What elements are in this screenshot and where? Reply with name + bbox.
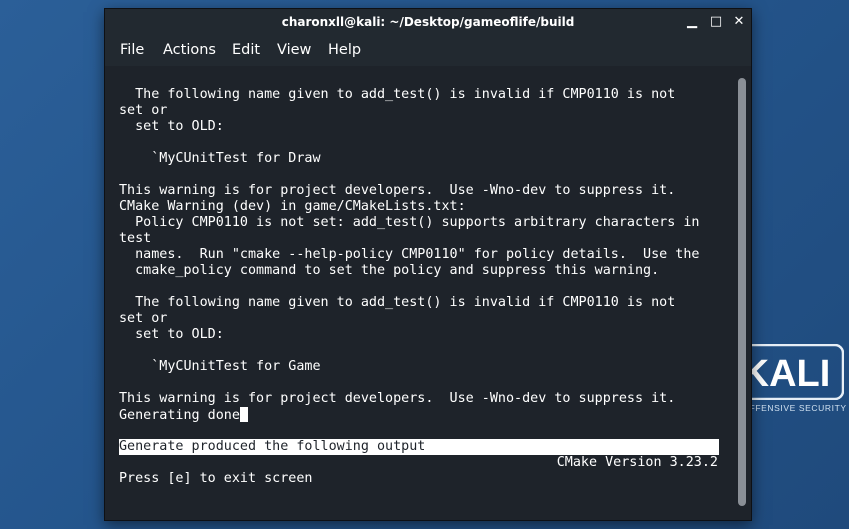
scrollbar-thumb[interactable]	[738, 78, 746, 506]
menu-help[interactable]: Help	[328, 42, 361, 58]
minimize-button[interactable]: ▁	[684, 14, 700, 30]
terminal-line: `MyCUnitTest for Game	[119, 359, 321, 374]
terminal-line: Policy CMP0110 is not set: add_test() su…	[119, 215, 700, 230]
minimize-icon: ▁	[687, 14, 697, 29]
exit-prompt: Press [e] to exit screen	[119, 471, 313, 486]
terminal-line-text: Generating done	[119, 408, 240, 423]
maximize-button[interactable]: □	[708, 14, 724, 30]
terminal-line: This warning is for project developers. …	[119, 183, 676, 198]
menu-actions[interactable]: Actions	[163, 42, 216, 58]
cmake-version: CMake Version 3.23.2	[556, 455, 718, 470]
terminal-line: `MyCUnitTest for Draw	[119, 151, 321, 166]
terminal-line: set to OLD:	[119, 119, 224, 134]
status-highlight-bar: Generate produced the following output	[119, 439, 719, 455]
terminal-line: The following name given to add_test() i…	[119, 87, 676, 102]
menu-view[interactable]: View	[277, 42, 311, 58]
terminal-line: cmake_policy command to set the policy a…	[119, 263, 660, 278]
terminal-line: CMake Warning (dev) in game/CMakeLists.t…	[119, 199, 466, 214]
close-icon: ✕	[733, 14, 745, 29]
status-highlight-text: Generate produced the following output	[119, 439, 426, 454]
terminal-line: This warning is for project developers. …	[119, 391, 676, 406]
terminal-line: set or	[119, 103, 168, 118]
terminal-window[interactable]: charonxll@kali: ~/Desktop/gameoflife/bui…	[104, 8, 752, 521]
kali-logo-text: KALI	[742, 353, 831, 395]
terminal-line: set or	[119, 311, 168, 326]
terminal-line-current: Generating done	[119, 407, 248, 424]
text-cursor	[239, 407, 248, 422]
menu-edit[interactable]: Edit	[232, 42, 260, 58]
terminal-line: The following name given to add_test() i…	[119, 295, 676, 310]
menu-file[interactable]: File	[120, 42, 144, 58]
terminal-line: test	[119, 231, 152, 246]
terminal-line: set to OLD:	[119, 327, 224, 342]
menu-bar: File Actions Edit View Help	[105, 36, 751, 66]
maximize-icon: □	[709, 14, 723, 29]
scrollbar[interactable]	[738, 78, 746, 510]
title-bar[interactable]: charonxll@kali: ~/Desktop/gameoflife/bui…	[105, 9, 751, 36]
terminal-line: names. Run "cmake --help-policy CMP0110"…	[119, 247, 700, 262]
close-button[interactable]: ✕	[731, 14, 747, 30]
window-title: charonxll@kali: ~/Desktop/gameoflife/bui…	[281, 15, 575, 29]
terminal-output[interactable]: The following name given to add_test() i…	[105, 66, 751, 520]
